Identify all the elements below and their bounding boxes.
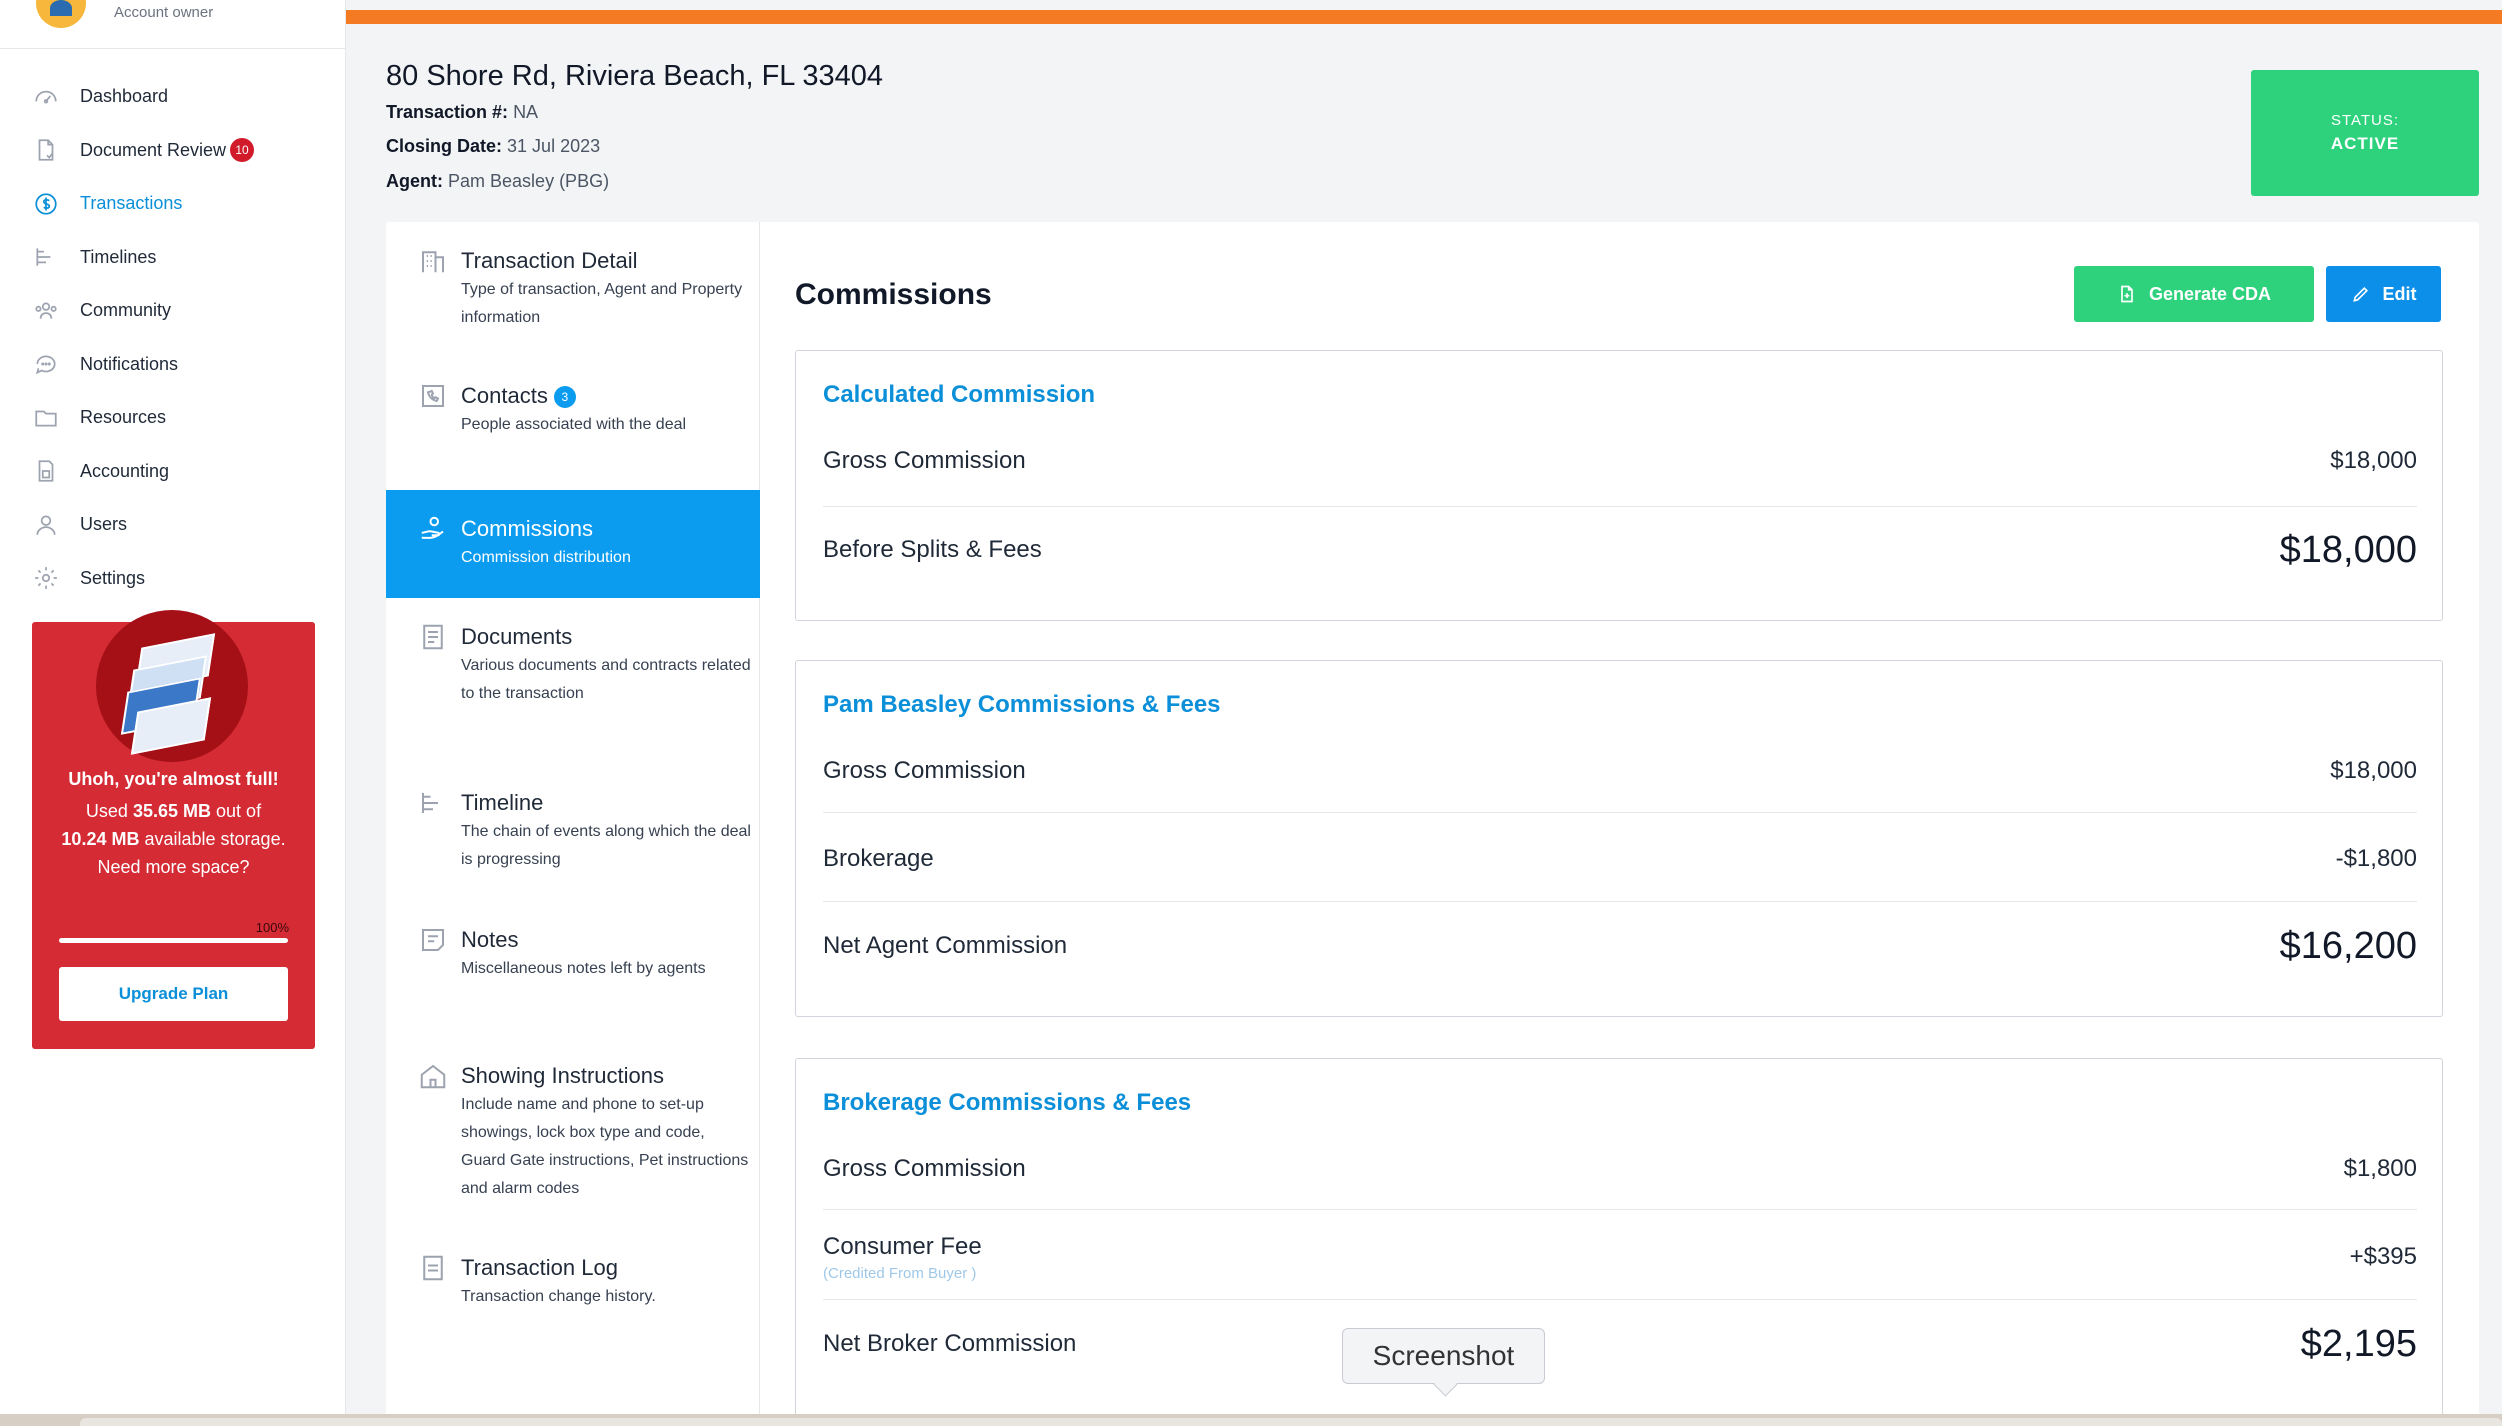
transaction-number: Transaction #: NA (386, 102, 539, 122)
user-icon (32, 511, 60, 539)
pencil-icon (2352, 286, 2368, 302)
sidebar-item-transactions[interactable]: Transactions (0, 177, 346, 231)
dollar-circle-icon (32, 190, 60, 218)
storage-available: 10.24 MB (61, 829, 140, 849)
people-icon (32, 297, 60, 325)
sidebar-item-label: Document Review (80, 139, 227, 160)
row-divider (823, 812, 2417, 813)
sidebar-divider (0, 48, 346, 49)
sidebar-item-timelines[interactable]: Timelines (0, 231, 346, 285)
sidebar-item-label: Timelines (80, 246, 157, 267)
sidebar-item-accounting[interactable]: Accounting (0, 445, 346, 499)
document-review-count-badge: 10 (230, 138, 255, 163)
sidebar-nav: Dashboard Document Review 10 Transaction… (0, 70, 346, 605)
closing-date: Closing Date: 31 Jul 2023 (386, 136, 601, 156)
log-icon (418, 1253, 450, 1285)
tab-notes[interactable]: Notes Miscellaneous notes left by agents (386, 901, 760, 1037)
agent-info: Agent: Pam Beasley (PBG) (386, 171, 610, 191)
sidebar-item-label: Dashboard (80, 86, 169, 107)
transaction-panel: Transaction Detail Type of transaction, … (386, 222, 2479, 1426)
gauge-icon (32, 83, 60, 111)
storage-question: Need more space? (97, 857, 250, 877)
house-icon (418, 1061, 450, 1093)
tab-showing-instructions[interactable]: Showing Instructions Include name and ph… (386, 1037, 760, 1229)
storage-used: 35.65 MB (132, 801, 212, 821)
storage-usage-text: Used 35.65 MB out of 10.24 MB available … (61, 801, 286, 877)
card-title: Brokerage Commissions & Fees (823, 1089, 1192, 1116)
phone-book-icon (418, 381, 450, 413)
note-icon (418, 925, 450, 957)
tab-contacts[interactable]: Contacts 3 People associated with the dea… (386, 357, 760, 490)
consumer-fee-row: Consumer Fee (Credited From Buyer ) +$395 (823, 1232, 2417, 1282)
card-title: Pam Beasley Commissions & Fees (823, 691, 1221, 718)
storage-warning-card: Uhoh, you're almost full! Used 35.65 MB … (32, 610, 315, 1049)
storage-progress-bar (59, 938, 288, 943)
generate-cda-button[interactable]: Generate CDA (2074, 266, 2314, 322)
hand-coin-icon (418, 514, 450, 546)
account-role: Account owner (114, 4, 214, 21)
document-list-icon (418, 622, 450, 654)
upgrade-plan-button[interactable]: Upgrade Plan (59, 967, 288, 1021)
sidebar-item-label: Community (80, 300, 172, 321)
screenshot-tooltip: Screenshot (1342, 1328, 1545, 1384)
brokerage-commissions-card: Brokerage Commissions & Fees Gross Commi… (795, 1058, 2443, 1426)
row-divider (823, 1299, 2417, 1300)
avatar[interactable] (36, 0, 86, 28)
storage-title: Uhoh, you're almost full! (68, 769, 279, 789)
row-divider (823, 1209, 2417, 1210)
sidebar-item-settings[interactable]: Settings (0, 552, 346, 606)
tab-commissions[interactable]: Commissions Commission distribution (386, 490, 760, 598)
agent-brokerage-row: Brokerage -$1,800 (823, 845, 2417, 872)
calculated-gross-row: Gross Commission $18,000 (823, 447, 2417, 474)
folder-icon (32, 404, 60, 432)
calculated-commission-card: Calculated Commission Gross Commission $… (795, 350, 2443, 621)
tab-documents[interactable]: Documents Various documents and contract… (386, 598, 760, 764)
sidebar: Account owner Dashboard Document Review … (0, 0, 346, 1426)
building-icon (418, 246, 450, 278)
document-plus-icon (2121, 285, 2133, 303)
page-title: 80 Shore Rd, Riviera Beach, FL 33404 (386, 60, 884, 92)
storage-illustration (96, 610, 248, 762)
status-badge: STATUS: ACTIVE (2251, 70, 2479, 196)
sidebar-item-label: Transactions (80, 193, 183, 214)
sidebar-item-resources[interactable]: Resources (0, 391, 346, 445)
sidebar-item-label: Users (80, 514, 128, 535)
commissions-content: Commissions Generate CDA Edit Calculated… (761, 222, 2479, 1426)
net-broker-commission-row: Net Broker Commission $2,195 (823, 1322, 2417, 1365)
contacts-count-badge: 3 (553, 386, 576, 409)
transaction-tabs: Transaction Detail Type of transaction, … (386, 222, 760, 1426)
card-title: Calculated Commission (823, 381, 1096, 408)
before-splits-row: Before Splits & Fees $18,000 (823, 528, 2417, 571)
sidebar-item-notifications[interactable]: Notifications (0, 338, 346, 392)
timeline-icon (32, 243, 60, 271)
sidebar-item-document-review[interactable]: Document Review 10 (0, 124, 346, 178)
timeline-icon (418, 788, 450, 820)
tab-transaction-log[interactable]: Transaction Log Transaction change histo… (386, 1229, 760, 1339)
tab-timeline[interactable]: Timeline The chain of events along which… (386, 764, 760, 901)
row-divider (823, 506, 2417, 507)
sidebar-item-community[interactable]: Community (0, 284, 346, 338)
sidebar-item-label: Resources (80, 407, 167, 428)
calculator-icon (32, 457, 60, 485)
document-check-icon (32, 136, 60, 164)
row-divider (823, 901, 2417, 902)
sidebar-item-users[interactable]: Users (0, 498, 346, 552)
sidebar-item-label: Accounting (80, 460, 170, 481)
window-bottom-edge (0, 1414, 2502, 1426)
tab-transaction-detail[interactable]: Transaction Detail Type of transaction, … (386, 222, 760, 357)
agent-gross-row: Gross Commission $18,000 (823, 757, 2417, 784)
gear-icon (32, 564, 60, 592)
sidebar-item-dashboard[interactable]: Dashboard (0, 70, 346, 124)
storage-percent-label: 100% (255, 920, 289, 935)
section-title: Commissions (795, 278, 992, 311)
sidebar-item-label: Settings (80, 567, 146, 588)
net-agent-commission-row: Net Agent Commission $16,200 (823, 924, 2417, 967)
edit-button[interactable]: Edit (2326, 266, 2441, 322)
agent-commissions-card: Pam Beasley Commissions & Fees Gross Com… (795, 660, 2443, 1017)
consumer-fee-note: (Credited From Buyer ) (823, 1264, 977, 1282)
sidebar-item-label: Notifications (80, 353, 179, 374)
chat-bubble-icon (32, 350, 60, 378)
brokerage-gross-row: Gross Commission $1,800 (823, 1155, 2417, 1182)
top-accent-bar (346, 10, 2502, 24)
